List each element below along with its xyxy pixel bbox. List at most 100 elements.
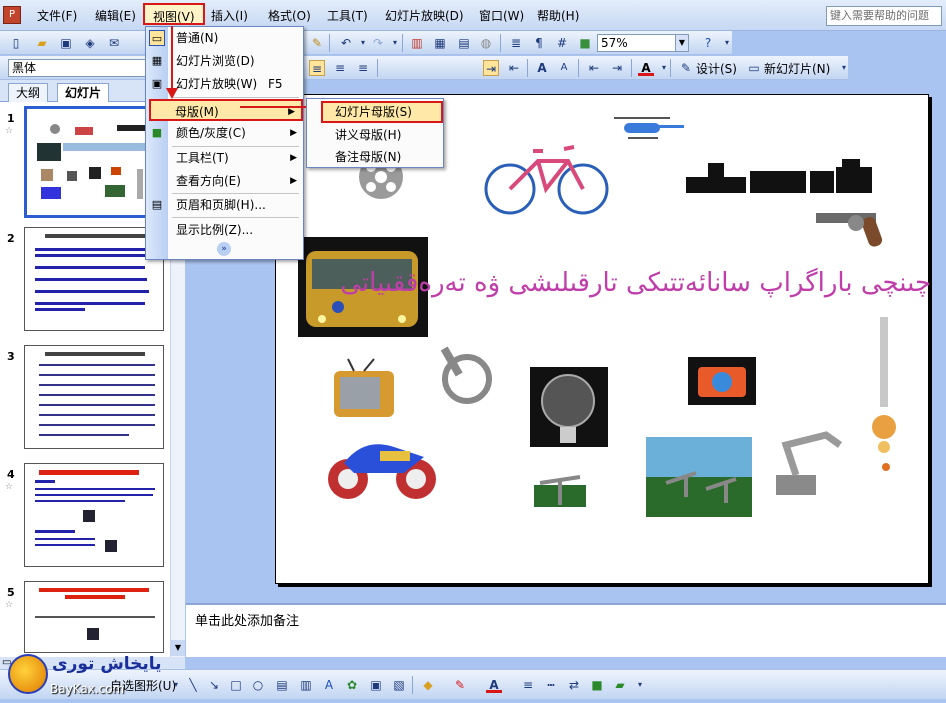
slide-number: 3 <box>7 350 15 363</box>
slide-thumbnail-2[interactable] <box>24 227 164 331</box>
diagram-icon[interactable]: ✿ <box>344 677 360 693</box>
font-value: 黑体 <box>12 61 37 75</box>
help-icon[interactable]: ? <box>700 35 716 51</box>
menu-tools[interactable]: 工具(T) <box>327 7 368 24</box>
app-icon[interactable]: P <box>3 6 21 24</box>
insert-hyperlink-icon[interactable]: ◍ <box>478 35 494 51</box>
insert-chart-icon[interactable]: ▥ <box>409 35 425 51</box>
expand-menu-icon[interactable]: » <box>217 242 231 256</box>
menu-format[interactable]: 格式(O) <box>268 7 311 24</box>
clipart-icon[interactable]: ▣ <box>368 677 384 693</box>
menu-item-slide-sorter[interactable]: 幻灯片浏览(D) <box>168 50 303 72</box>
decrease-font-icon[interactable]: A <box>556 60 572 76</box>
grid-icon[interactable]: # <box>554 35 570 51</box>
menu-item-zoom[interactable]: 显示比例(Z)... <box>168 219 303 241</box>
color-grayscale-icon[interactable]: ■ <box>577 35 593 51</box>
tab-outline[interactable]: 大纲 <box>8 83 49 102</box>
undo-icon[interactable]: ↶ <box>338 35 354 51</box>
align-center-icon[interactable]: ≡ <box>332 60 348 76</box>
open-folder-icon[interactable]: ▰ <box>34 35 50 51</box>
shadow-icon[interactable]: ■ <box>589 677 605 693</box>
vertical-textbox-icon[interactable]: ▥ <box>298 677 314 693</box>
rtl-icon[interactable]: ⇤ <box>506 60 522 76</box>
menu-item-toolbars[interactable]: 工具栏(T) ▶ <box>168 147 303 169</box>
menu-insert[interactable]: 插入(I) <box>211 7 248 24</box>
menu-help[interactable]: 帮助(H) <box>537 7 579 24</box>
zoom-select[interactable]: 57% ▼ <box>597 34 689 52</box>
new-slide-button[interactable]: 新幻灯片(N) <box>764 60 830 77</box>
show-formatting-icon[interactable]: ¶ <box>531 35 547 51</box>
transition-icon: ☆ <box>5 600 14 610</box>
menu-item-view-direction[interactable]: 查看方向(E) ▶ <box>168 170 303 192</box>
slide-thumbnail-5[interactable] <box>24 581 164 653</box>
menu-slideshow[interactable]: 幻灯片放映(D) <box>385 7 464 24</box>
align-left-icon[interactable]: ≡ <box>309 60 325 76</box>
align-right-icon[interactable]: ≡ <box>355 60 371 76</box>
line-color-icon[interactable]: ✎ <box>452 677 468 693</box>
toolbar-options-icon[interactable]: ▾ <box>836 60 852 76</box>
oil-field-clipart <box>646 437 752 517</box>
expand-all-icon[interactable]: ≣ <box>508 35 524 51</box>
permission-icon[interactable]: ◈ <box>82 35 98 51</box>
redo-icon[interactable]: ↷ <box>370 35 386 51</box>
tables-borders-icon[interactable]: ▤ <box>456 35 472 51</box>
wordart-icon[interactable]: A <box>321 677 337 693</box>
undo-dropdown-icon[interactable]: ▾ <box>355 35 371 51</box>
ltr-icon[interactable]: ⇥ <box>483 60 499 76</box>
insert-table-icon[interactable]: ▦ <box>432 35 448 51</box>
line-icon[interactable]: ╲ <box>185 677 201 693</box>
submenu-item-handout-master[interactable]: 讲义母版(H) <box>335 125 401 145</box>
format-painter-icon[interactable]: ✎ <box>309 35 325 51</box>
new-slide-icon[interactable]: ▭ <box>746 60 762 76</box>
wheel-clipart <box>440 346 492 404</box>
notes-pane[interactable]: 单击此处添加备注 <box>186 603 946 657</box>
menu-item-header-footer[interactable]: 页眉和页脚(H)... <box>168 194 303 216</box>
rectangle-icon[interactable]: □ <box>228 677 244 693</box>
new-file-icon[interactable]: ▯ <box>8 35 24 51</box>
submenu-item-slide-master[interactable]: 幻灯片母版(S) <box>321 101 443 123</box>
autoshapes-dropdown-icon[interactable]: ▾ <box>168 677 184 693</box>
menu-view[interactable]: 视图(V) <box>143 3 205 25</box>
help-search-input[interactable]: 键入需要帮助的问题 <box>826 6 942 26</box>
font-color-icon[interactable]: A <box>638 60 654 76</box>
increase-font-icon[interactable]: A <box>534 60 550 76</box>
fill-color-icon[interactable]: ◆ <box>420 677 436 693</box>
scroll-down-icon[interactable]: ▼ <box>171 640 185 656</box>
submenu-item-notes-master[interactable]: 备注母版(N) <box>335 147 401 167</box>
arrow-icon[interactable]: ↘ <box>206 677 222 693</box>
increase-indent-icon[interactable]: ⇥ <box>609 60 625 76</box>
email-icon[interactable]: ✉ <box>106 35 122 51</box>
font-select[interactable]: 黑体 <box>8 59 146 77</box>
toolbar-options-icon[interactable]: ▾ <box>719 35 735 51</box>
decrease-indent-icon[interactable]: ⇤ <box>586 60 602 76</box>
arrow-style-icon[interactable]: ⇄ <box>566 677 582 693</box>
menu-item-color-grayscale[interactable]: 颜色/灰度(C) ▶ <box>168 122 303 144</box>
picture-icon[interactable]: ▧ <box>391 677 407 693</box>
slide-thumbnail-4[interactable] <box>24 463 164 567</box>
design-button[interactable]: 设计(S) <box>696 60 737 77</box>
slide-thumbnail-3[interactable] <box>24 345 164 449</box>
chevron-down-icon[interactable]: ▼ <box>675 35 688 51</box>
dash-style-icon[interactable]: ┅ <box>543 677 559 693</box>
train-clipart <box>686 159 872 193</box>
textbox-icon[interactable]: ▤ <box>274 677 290 693</box>
save-icon[interactable]: ▣ <box>58 35 74 51</box>
menu-item-normal[interactable]: 普通(N) <box>168 27 303 49</box>
3d-style-icon[interactable]: ▰ <box>612 677 628 693</box>
menu-file[interactable]: 文件(F) <box>37 7 77 24</box>
menu-window[interactable]: 窗口(W) <box>479 7 524 24</box>
menu-item-slideshow[interactable]: 幻灯片放映(W) F5 <box>168 73 303 95</box>
font-color-icon[interactable]: A <box>486 677 502 693</box>
slide-thumbnail-1[interactable] <box>24 106 164 218</box>
line-style-icon[interactable]: ≡ <box>520 677 536 693</box>
separator <box>377 59 378 77</box>
tab-slides[interactable]: 幻灯片 <box>57 83 110 102</box>
oval-icon[interactable]: ○ <box>250 677 266 693</box>
design-icon[interactable]: ✎ <box>678 60 694 76</box>
redo-dropdown-icon[interactable]: ▾ <box>387 35 403 51</box>
bicycle-clipart <box>484 145 609 215</box>
toolbar-options-icon[interactable]: ▾ <box>632 677 648 693</box>
separator <box>578 59 579 77</box>
annotation-arrow-down <box>166 26 178 99</box>
menu-edit[interactable]: 编辑(E) <box>95 7 136 24</box>
